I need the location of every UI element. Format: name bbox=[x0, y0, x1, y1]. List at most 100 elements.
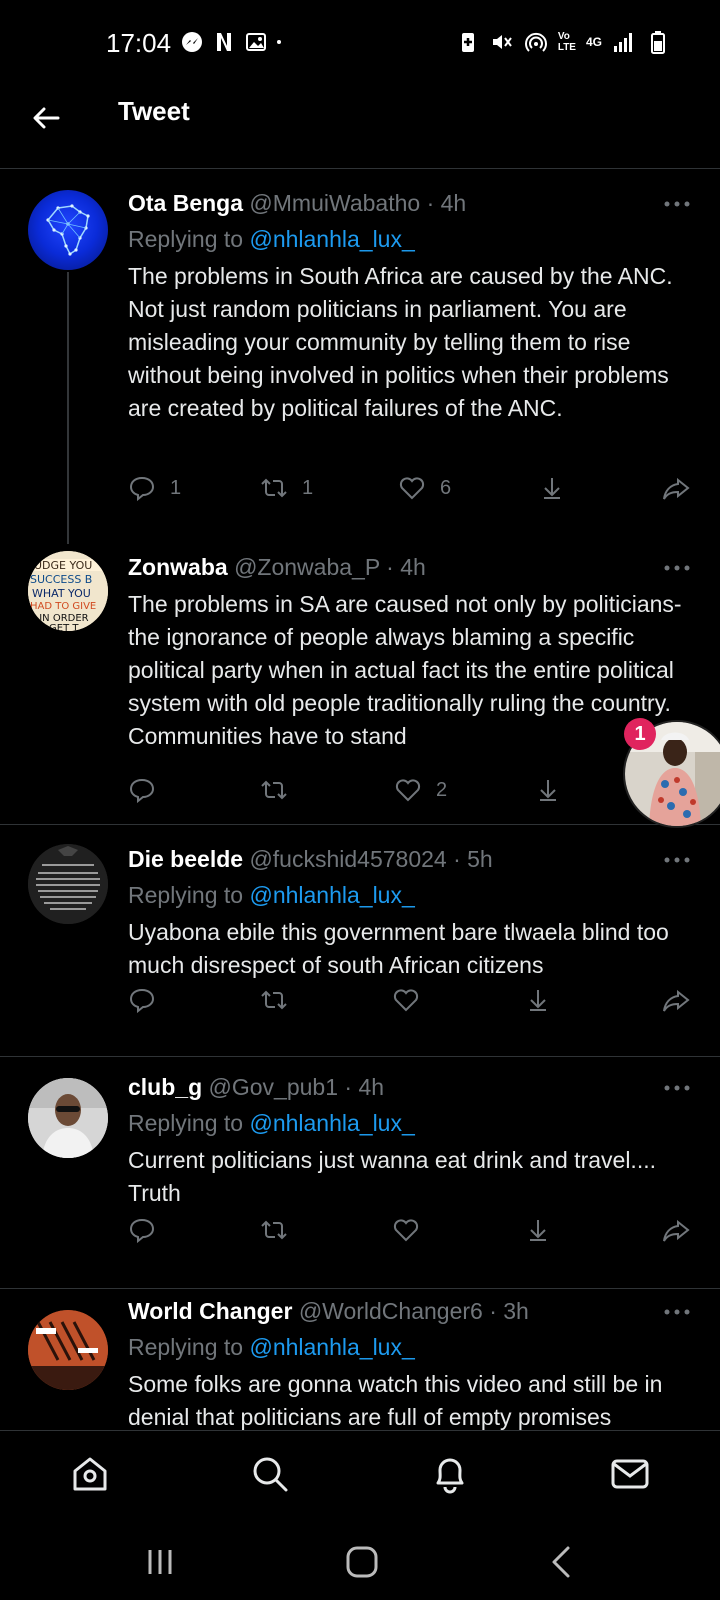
replying-prefix: Replying to bbox=[128, 226, 250, 252]
replying-prefix: Replying to bbox=[128, 1334, 250, 1360]
retweet-icon bbox=[261, 780, 287, 800]
share-button[interactable] bbox=[662, 1212, 690, 1248]
like-count: 2 bbox=[436, 778, 448, 801]
like-button[interactable] bbox=[392, 982, 420, 1018]
avatar[interactable] bbox=[28, 190, 108, 270]
tweet-actions bbox=[128, 982, 700, 1018]
retweet-count: 1 bbox=[302, 476, 314, 499]
recents-icon[interactable] bbox=[140, 1542, 180, 1582]
replying-to: Replying to @nhlanhla_lux_ bbox=[128, 1334, 415, 1361]
more-options-icon[interactable] bbox=[662, 1078, 692, 1098]
author-name[interactable]: club_g bbox=[128, 1074, 202, 1100]
tweet-item[interactable]: World Changer @WorldChanger6 · 3h Replyi… bbox=[0, 1288, 720, 1430]
tweet-time: · 4h bbox=[426, 190, 467, 216]
replying-mention[interactable]: @nhlanhla_lux_ bbox=[249, 226, 414, 252]
like-button[interactable]: 2 bbox=[394, 772, 447, 808]
messages-icon[interactable] bbox=[609, 1453, 651, 1495]
sign-avatar-icon: UDGE YOU SUCCESS B WHAT YOU HAD TO GIVE … bbox=[28, 551, 108, 631]
reply-icon bbox=[129, 476, 155, 502]
download-button[interactable] bbox=[538, 470, 566, 506]
tweet-author: Ota Benga @MmuiWabatho · 4h bbox=[128, 190, 466, 217]
netflix-icon bbox=[217, 33, 231, 51]
notifications-icon[interactable] bbox=[429, 1453, 471, 1495]
download-button[interactable] bbox=[534, 772, 562, 808]
retweet-icon bbox=[261, 990, 287, 1010]
more-options-icon[interactable] bbox=[662, 558, 692, 578]
download-button[interactable] bbox=[524, 1212, 552, 1248]
replying-prefix: Replying to bbox=[128, 1110, 250, 1136]
replying-mention[interactable]: @nhlanhla_lux_ bbox=[249, 1110, 414, 1136]
system-navigation bbox=[0, 1522, 720, 1600]
avatar[interactable] bbox=[28, 1310, 108, 1390]
share-icon bbox=[663, 989, 690, 1012]
home-button-icon[interactable] bbox=[342, 1542, 382, 1582]
download-button[interactable] bbox=[524, 982, 552, 1018]
battery-icon bbox=[651, 31, 665, 54]
volte-top-label: Vo bbox=[557, 31, 570, 42]
download-icon bbox=[530, 990, 546, 1011]
bottom-navigation bbox=[0, 1430, 720, 1523]
tweet-time: · 4h bbox=[344, 1074, 385, 1100]
battery-saver-icon bbox=[461, 33, 474, 52]
svg-text:UDGE YOU: UDGE YOU bbox=[34, 559, 92, 572]
more-options-icon[interactable] bbox=[662, 1302, 692, 1322]
tweet-item[interactable]: club_g @Gov_pub1 · 4h Replying to @nhlan… bbox=[0, 1056, 720, 1289]
africa-map-icon bbox=[46, 204, 90, 256]
share-button[interactable] bbox=[662, 470, 690, 506]
replying-to: Replying to @nhlanhla_lux_ bbox=[128, 1110, 415, 1137]
back-button-icon[interactable] bbox=[542, 1542, 582, 1582]
share-icon bbox=[663, 477, 690, 500]
status-time: 17:04 bbox=[106, 28, 172, 58]
tweet-author: World Changer @WorldChanger6 · 3h bbox=[128, 1298, 529, 1325]
retweet-button[interactable] bbox=[260, 772, 288, 808]
author-handle[interactable]: @WorldChanger6 bbox=[299, 1298, 483, 1324]
like-button[interactable] bbox=[392, 1212, 420, 1248]
author-name[interactable]: Ota Benga bbox=[128, 190, 243, 216]
reply-button[interactable] bbox=[128, 772, 156, 808]
retweet-button[interactable] bbox=[260, 1212, 288, 1248]
dot-icon bbox=[277, 40, 281, 44]
author-name[interactable]: World Changer bbox=[128, 1298, 292, 1324]
tweet-time: · 4h bbox=[386, 554, 426, 580]
replying-mention[interactable]: @nhlanhla_lux_ bbox=[249, 1334, 414, 1360]
replying-mention[interactable]: @nhlanhla_lux_ bbox=[249, 882, 414, 908]
tweet-actions bbox=[128, 1212, 700, 1248]
status-bar: 17:04 Vo LTE 4G bbox=[0, 0, 720, 90]
search-icon[interactable] bbox=[249, 1453, 291, 1495]
tweet-item[interactable]: Die beelde @fuckshid4578024 · 5h Replyin… bbox=[0, 824, 720, 1057]
author-handle[interactable]: @fuckshid4578024 bbox=[249, 846, 446, 872]
tweet-text: Some folks are gonna watch this video an… bbox=[128, 1371, 663, 1430]
tweet-item[interactable]: UDGE YOU SUCCESS B WHAT YOU HAD TO GIVE … bbox=[0, 546, 720, 825]
retweet-button[interactable] bbox=[260, 982, 288, 1018]
tweet-text: The problems in SA are caused not only b… bbox=[128, 591, 682, 749]
notification-badge: 1 bbox=[624, 718, 656, 750]
reply-icon bbox=[129, 1218, 155, 1244]
more-options-icon[interactable] bbox=[662, 194, 692, 214]
author-handle[interactable]: @Zonwaba_P bbox=[234, 554, 380, 580]
tweet-text: Uyabona ebile this government bare tlwae… bbox=[128, 919, 669, 978]
like-button[interactable]: 6 bbox=[398, 470, 451, 506]
person-avatar-icon bbox=[28, 1078, 108, 1158]
heart-icon bbox=[393, 989, 419, 1012]
avatar[interactable] bbox=[28, 844, 108, 924]
author-name[interactable]: Zonwaba bbox=[128, 554, 228, 580]
download-icon bbox=[530, 1220, 546, 1241]
retweet-button[interactable]: 1 bbox=[260, 470, 313, 506]
download-icon bbox=[544, 478, 560, 499]
author-handle[interactable]: @MmuiWabatho bbox=[249, 190, 420, 216]
share-button[interactable] bbox=[662, 982, 690, 1018]
home-icon[interactable] bbox=[69, 1453, 111, 1495]
gallery-icon bbox=[246, 33, 266, 51]
author-handle[interactable]: @Gov_pub1 bbox=[209, 1074, 339, 1100]
arrow-left-icon[interactable] bbox=[26, 98, 66, 138]
avatar[interactable] bbox=[28, 1078, 108, 1158]
more-options-icon[interactable] bbox=[662, 850, 692, 870]
reply-button[interactable]: 1 bbox=[128, 470, 181, 506]
reply-button[interactable] bbox=[128, 1212, 156, 1248]
reply-button[interactable] bbox=[128, 982, 156, 1018]
retweet-icon bbox=[261, 478, 287, 498]
avatar[interactable]: UDGE YOU SUCCESS B WHAT YOU HAD TO GIVE … bbox=[28, 551, 108, 631]
tweet-item[interactable]: Ota Benga @MmuiWabatho · 4h Replying to … bbox=[0, 168, 720, 546]
heart-icon bbox=[393, 1219, 419, 1242]
author-name[interactable]: Die beelde bbox=[128, 846, 243, 872]
